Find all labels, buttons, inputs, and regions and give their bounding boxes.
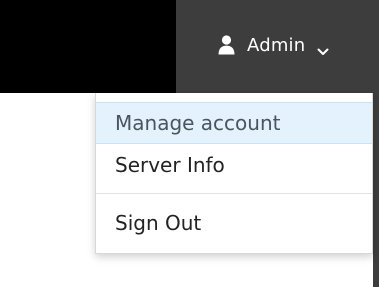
- menu-item-label: Manage account: [115, 111, 281, 135]
- menu-item-manage-account[interactable]: Manage account: [96, 102, 372, 144]
- background-panel-edge: [373, 93, 379, 287]
- topbar: [0, 0, 176, 93]
- menu-item-label: Sign Out: [115, 211, 202, 235]
- menu-divider: [96, 193, 372, 194]
- user-menu-button[interactable]: Admin: [218, 31, 329, 59]
- menu-item-sign-out[interactable]: Sign Out: [96, 203, 372, 243]
- menu-item-server-info[interactable]: Server Info: [96, 145, 372, 185]
- user-dropdown-menu: Manage account Server Info Sign Out: [95, 93, 373, 254]
- user-name-label: Admin: [247, 34, 306, 56]
- chevron-down-icon: [317, 41, 329, 55]
- user-icon: [218, 35, 235, 55]
- app-page: Admin Manage account Server Info Sign Ou…: [0, 0, 379, 287]
- menu-item-label: Server Info: [115, 153, 225, 177]
